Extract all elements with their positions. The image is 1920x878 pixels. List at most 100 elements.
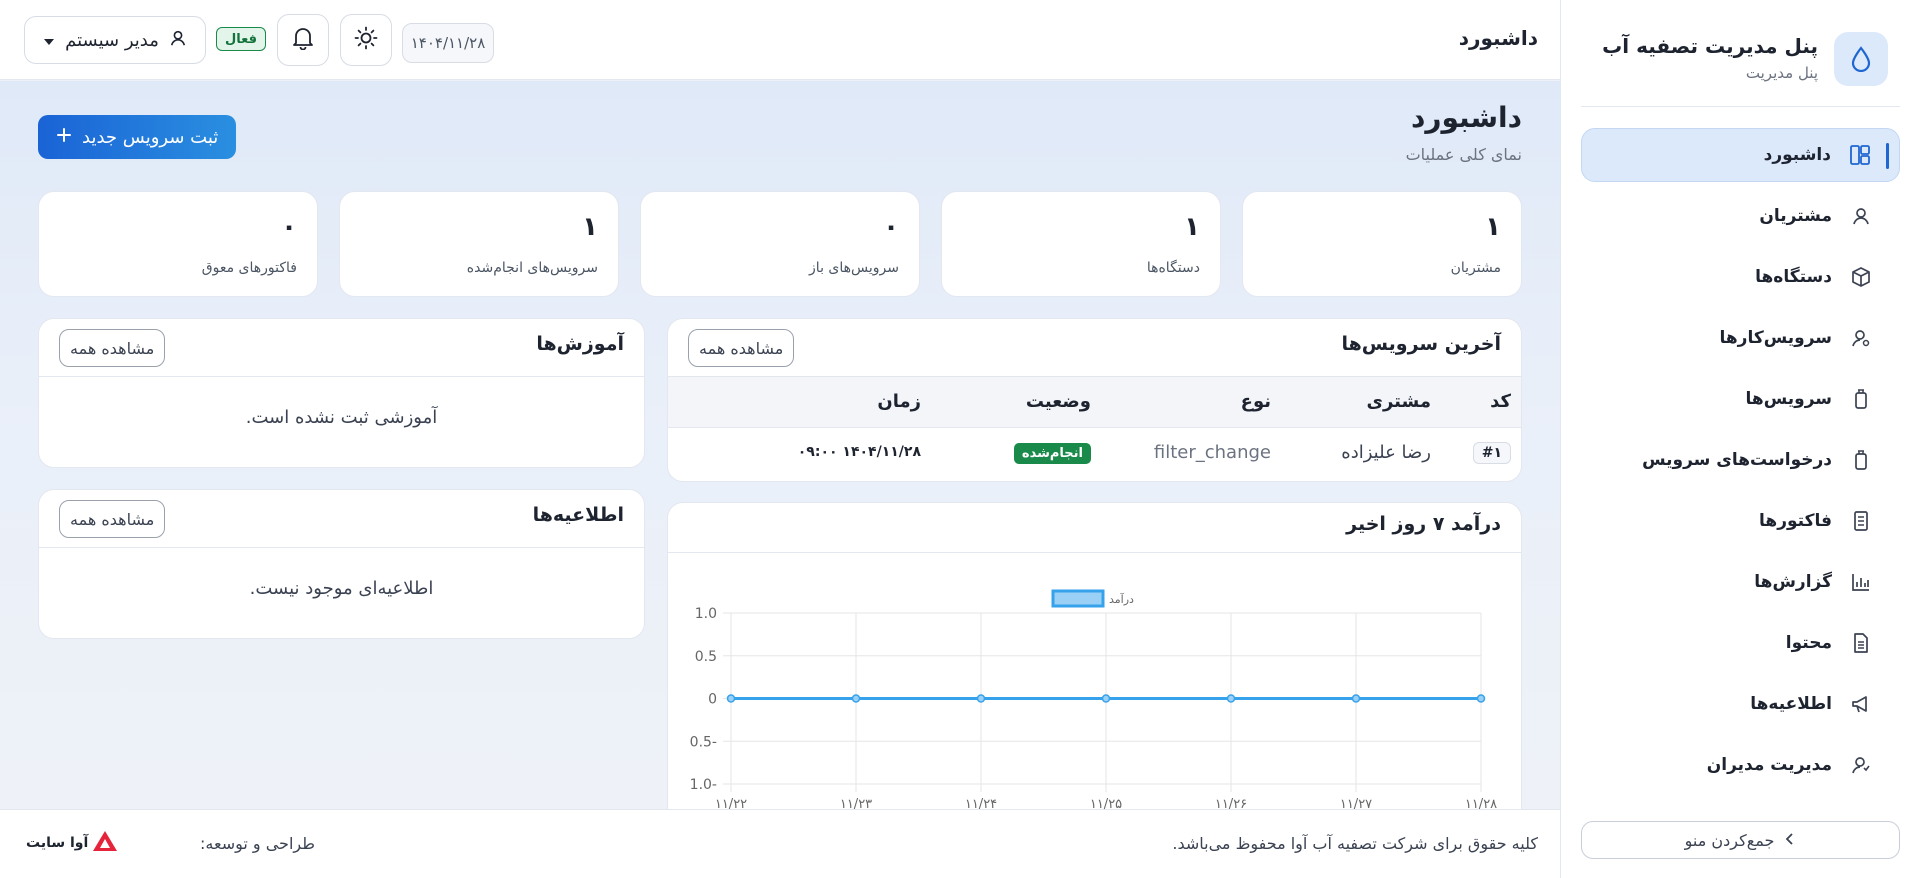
- cell-status: انجام‌شده: [931, 427, 1101, 477]
- filter-icon: [1850, 388, 1872, 410]
- sidebar-item-label: سرویس‌کارها: [1719, 328, 1832, 348]
- sidebar-item-label: مشتریان: [1759, 206, 1832, 226]
- sidebar-item-label: دستگاه‌ها: [1755, 267, 1832, 287]
- table-row[interactable]: #۱ رضا علیزاده filter_change انجام‌شده ۱…: [668, 427, 1521, 477]
- data-point: [1351, 694, 1361, 703]
- chart-icon: [1850, 571, 1872, 593]
- column-header: نوع: [1101, 377, 1281, 428]
- stat-value: ۰: [883, 212, 899, 242]
- x-tick-label: ۱۱/۲۴: [965, 797, 997, 809]
- panel-header: درآمد ۷ روز اخیر: [668, 503, 1521, 553]
- developer-logo[interactable]: آوا سایت: [26, 830, 118, 856]
- footer-developer-label: طراحی و توسعه:: [200, 834, 315, 853]
- sun-icon: [354, 26, 378, 54]
- sidebar-item-invoices[interactable]: فاکتورها: [1581, 494, 1900, 548]
- recent-services-panel: آخرین سرویس‌ها مشاهده همه کد مشتری نوع و…: [667, 318, 1522, 482]
- new-service-label: ثبت سرویس جدید: [82, 126, 219, 148]
- sidebar-item-label: سرویس‌ها: [1745, 389, 1832, 409]
- panel-title: درآمد ۷ روز اخیر: [1346, 513, 1501, 535]
- sidebar-item-label: درخواست‌های سرویس: [1642, 450, 1832, 470]
- admin-icon: [1850, 754, 1872, 776]
- code-badge: #۱: [1472, 441, 1511, 464]
- page-subtitle: نمای کلی عملیات: [1405, 145, 1522, 164]
- user-icon: [169, 29, 187, 52]
- bell-icon: [292, 26, 314, 54]
- announcements-panel: اطلاعیه‌ها مشاهده همه اطلاعیه‌ای موجود ن…: [38, 489, 645, 639]
- status-badge: انجام‌شده: [1013, 442, 1091, 464]
- stat-card-done-services: ۱ سرویس‌های انجام‌شده: [339, 191, 619, 297]
- stat-value: ۱: [582, 212, 598, 242]
- x-tick-label: ۱۱/۲۲: [715, 797, 747, 809]
- sidebar-item-customers[interactable]: مشتریان: [1581, 189, 1900, 243]
- user-menu-button[interactable]: مدیر سیستم: [24, 16, 206, 64]
- data-point: [976, 694, 986, 703]
- sidebar-item-devices[interactable]: دستگاه‌ها: [1581, 250, 1900, 304]
- brand: پنل مدیریت تصفیه آب پنل مدیریت: [1593, 30, 1888, 90]
- chevron-left-icon: [1784, 831, 1796, 850]
- legend-swatch: [1051, 589, 1105, 608]
- developer-logo-text: آوا سایت: [26, 835, 89, 851]
- sidebar-item-label: گزارش‌ها: [1754, 572, 1832, 592]
- y-tick-label: 0: [708, 692, 717, 708]
- panel-header: اطلاعیه‌ها مشاهده همه: [39, 490, 644, 548]
- caret-down-icon: [43, 30, 55, 51]
- footer: کلیه حقوق برای شرکت تصفیه آب آوا محفوظ م…: [0, 809, 1560, 878]
- view-all-announcements-button[interactable]: مشاهده همه: [59, 500, 166, 538]
- panel-header: آموزش‌ها مشاهده همه: [39, 319, 644, 377]
- collapse-menu-button[interactable]: جمع‌کردن منو: [1581, 821, 1900, 859]
- empty-state: آموزشی ثبت نشده است.: [245, 407, 438, 428]
- collapse-menu-label: جمع‌کردن منو: [1684, 830, 1775, 850]
- page-title: داشبورد: [1411, 101, 1522, 134]
- x-tick-label: ۱۱/۲۵: [1090, 797, 1122, 809]
- topbar-title: داشبورد: [1458, 26, 1538, 50]
- brand-subtitle: پنل مدیریت: [1745, 64, 1818, 82]
- sidebar-item-technicians[interactable]: سرویس‌کارها: [1581, 311, 1900, 365]
- cell-code: #۱: [1441, 427, 1521, 477]
- data-point: [726, 694, 736, 703]
- stat-label: سرویس‌های انجام‌شده: [466, 260, 598, 276]
- revenue-chart: درآمد 1.0 0.5 0 0.5- 1.0- ۱۱/۲۲ ۱۱/۲۳ ۱۱/۲۴ ۱۱/۲۵…: [690, 589, 1497, 809]
- theme-toggle-button[interactable]: [340, 14, 392, 66]
- dashboard-icon: [1849, 144, 1871, 166]
- services-table: کد مشتری نوع وضعیت زمان #۱ رضا علیزاده f…: [668, 377, 1521, 477]
- stat-value: ۱: [1184, 212, 1200, 242]
- data-point: [851, 694, 861, 703]
- stat-label: دستگاه‌ها: [1146, 260, 1200, 276]
- stat-card-overdue-invoices: ۰ فاکتورهای معوق: [38, 191, 318, 297]
- sidebar-item-reports[interactable]: گزارش‌ها: [1581, 555, 1900, 609]
- y-tick-label: 0.5-: [690, 734, 717, 750]
- status-badge: فعال: [216, 27, 267, 51]
- cell-type: filter_change: [1153, 441, 1271, 463]
- panel-title: آخرین سرویس‌ها: [1341, 333, 1502, 355]
- divider: [1581, 106, 1900, 107]
- new-service-button[interactable]: ثبت سرویس جدید: [38, 115, 237, 159]
- legend-label: درآمد: [1109, 592, 1134, 606]
- sidebar-item-dashboard[interactable]: داشبورد: [1581, 128, 1900, 182]
- sidebar-item-label: محتوا: [1785, 633, 1832, 653]
- view-all-services-button[interactable]: مشاهده همه: [688, 329, 795, 367]
- sidebar-item-services[interactable]: سرویس‌ها: [1581, 372, 1900, 426]
- empty-state: اطلاعیه‌ای موجود نیست.: [249, 578, 434, 599]
- sidebar-item-admins[interactable]: مدیریت مدیران: [1581, 738, 1900, 792]
- footer-copyright: کلیه حقوق برای شرکت تصفیه آب آوا محفوظ م…: [1172, 834, 1538, 853]
- sidebar-item-content[interactable]: محتوا: [1581, 616, 1900, 670]
- stat-value: ۰: [281, 212, 297, 242]
- stat-label: سرویس‌های باز: [809, 260, 899, 276]
- cell-time: ۱۴۰۴/۱۱/۲۸ ۰۹:۰۰: [797, 444, 921, 461]
- notifications-button[interactable]: [277, 14, 329, 66]
- plus-icon: [56, 127, 72, 148]
- sidebar: پنل مدیریت تصفیه آب پنل مدیریت داشبورد م…: [1560, 0, 1920, 878]
- stat-card-open-services: ۰ سرویس‌های باز: [640, 191, 920, 297]
- sidebar-item-announcements[interactable]: اطلاعیه‌ها: [1581, 677, 1900, 731]
- brand-title: پنل مدیریت تصفیه آب: [1602, 34, 1818, 58]
- view-all-trainings-button[interactable]: مشاهده همه: [59, 329, 166, 367]
- sidebar-item-label: فاکتورها: [1759, 511, 1832, 531]
- x-tick-label: ۱۱/۲۷: [1340, 797, 1372, 809]
- y-tick-label: 1.0: [695, 606, 717, 622]
- stat-label: مشتریان: [1450, 260, 1501, 276]
- sidebar-item-service-requests[interactable]: درخواست‌های سرویس: [1581, 433, 1900, 487]
- sidebar-item-label: داشبورد: [1763, 145, 1831, 165]
- y-tick-label: 1.0-: [690, 777, 717, 793]
- x-tick-label: ۱۱/۲۳: [840, 797, 872, 809]
- revenue-chart-panel: درآمد ۷ روز اخیر درآمد 1.0 0.5 0 0.5- 1.0- ۱۱/…: [667, 502, 1522, 809]
